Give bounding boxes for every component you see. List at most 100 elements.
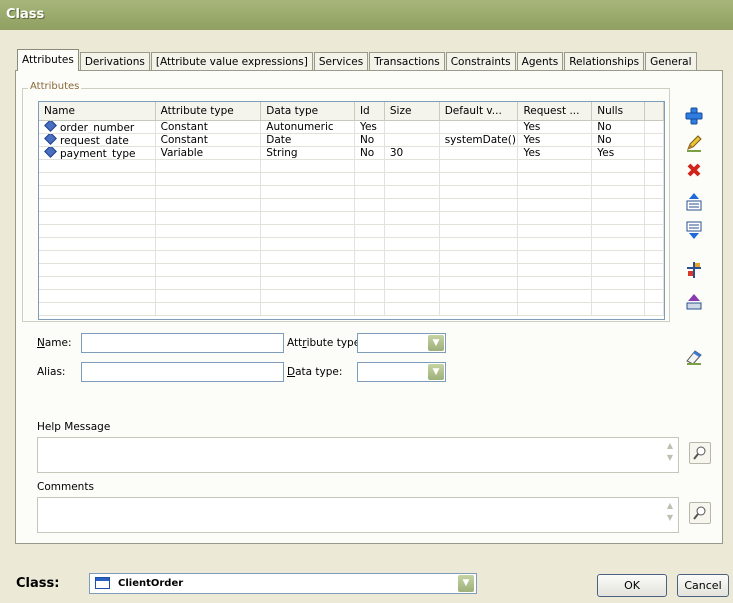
tab-relationships[interactable]: Relationships [564, 52, 645, 71]
chevron-down-icon[interactable]: ▼ [458, 575, 474, 592]
empty-cell[interactable] [440, 251, 519, 263]
attributes-grid[interactable]: Name Attribute type Data type Id Size De… [38, 101, 665, 320]
empty-cell[interactable] [385, 212, 440, 224]
empty-table-row[interactable] [39, 225, 664, 238]
empty-cell[interactable] [592, 160, 646, 172]
empty-cell[interactable] [261, 212, 355, 224]
empty-cell[interactable] [39, 290, 156, 302]
empty-cell[interactable] [518, 251, 593, 263]
empty-cell[interactable] [518, 264, 593, 276]
empty-cell[interactable] [355, 277, 385, 289]
help-zoom-button[interactable] [689, 442, 711, 464]
empty-cell[interactable] [39, 212, 156, 224]
properties-button[interactable] [683, 259, 705, 281]
empty-cell[interactable] [261, 251, 355, 263]
empty-cell[interactable] [156, 238, 262, 250]
empty-cell[interactable] [385, 303, 440, 315]
cell-id[interactable]: No [355, 134, 385, 146]
empty-cell[interactable] [592, 251, 646, 263]
cell-data-type[interactable]: String [261, 147, 355, 159]
class-select[interactable]: ClientOrder ▼ [89, 573, 477, 594]
empty-cell[interactable] [261, 277, 355, 289]
tab-constraints[interactable]: Constraints [445, 52, 516, 71]
empty-cell[interactable] [156, 264, 262, 276]
attribute-type-select[interactable]: ▼ [357, 333, 446, 353]
empty-cell[interactable] [39, 199, 156, 211]
empty-table-row[interactable] [39, 303, 664, 316]
cell-request[interactable]: Yes [518, 147, 593, 159]
cell-request[interactable]: Yes [518, 121, 593, 133]
empty-cell[interactable] [440, 186, 519, 198]
empty-cell[interactable] [156, 225, 262, 237]
cell-size[interactable]: 30 [385, 147, 440, 159]
empty-cell[interactable] [440, 160, 519, 172]
cell-default-value[interactable] [440, 147, 519, 159]
help-message-textarea[interactable]: ▲ ▼ [37, 437, 679, 473]
empty-cell[interactable] [592, 225, 646, 237]
empty-cell[interactable] [355, 290, 385, 302]
cell-id[interactable]: No [355, 147, 385, 159]
comments-zoom-button[interactable] [689, 502, 711, 524]
move-down-button[interactable] [683, 219, 705, 241]
empty-cell[interactable] [518, 199, 593, 211]
empty-cell[interactable] [385, 186, 440, 198]
cancel-button[interactable]: Cancel [677, 574, 729, 597]
tab-attributes[interactable]: Attributes [17, 49, 79, 71]
empty-cell[interactable] [645, 173, 664, 185]
empty-cell[interactable] [261, 303, 355, 315]
empty-cell[interactable] [645, 186, 664, 198]
empty-cell[interactable] [645, 277, 664, 289]
empty-cell[interactable] [385, 173, 440, 185]
empty-table-row[interactable] [39, 277, 664, 290]
empty-cell[interactable] [355, 212, 385, 224]
empty-table-row[interactable] [39, 199, 664, 212]
empty-cell[interactable] [39, 160, 156, 172]
empty-cell[interactable] [592, 303, 646, 315]
empty-table-row[interactable] [39, 251, 664, 264]
empty-cell[interactable] [592, 173, 646, 185]
column-header-request[interactable]: Request ... [518, 102, 593, 120]
cell-data-type[interactable]: Date [261, 134, 355, 146]
delete-attribute-button[interactable] [683, 159, 705, 181]
empty-cell[interactable] [355, 160, 385, 172]
empty-cell[interactable] [385, 264, 440, 276]
cell-size[interactable] [385, 121, 440, 133]
empty-cell[interactable] [156, 160, 262, 172]
table-row[interactable]: payment_type Variable String No 30 Yes Yes [39, 147, 664, 160]
empty-cell[interactable] [156, 173, 262, 185]
empty-cell[interactable] [518, 186, 593, 198]
column-header-id[interactable]: Id [355, 102, 385, 120]
empty-cell[interactable] [645, 238, 664, 250]
cell-attribute-type[interactable]: Constant [156, 121, 262, 133]
cell-name[interactable]: request_date [39, 134, 156, 146]
empty-cell[interactable] [39, 303, 156, 315]
empty-cell[interactable] [385, 238, 440, 250]
cell-nulls[interactable]: Yes [592, 147, 646, 159]
empty-cell[interactable] [355, 251, 385, 263]
move-up-button[interactable] [683, 191, 705, 213]
empty-cell[interactable] [440, 173, 519, 185]
empty-table-row[interactable] [39, 173, 664, 186]
tab-transactions[interactable]: Transactions [369, 52, 445, 71]
empty-cell[interactable] [39, 173, 156, 185]
empty-cell[interactable] [518, 238, 593, 250]
empty-cell[interactable] [645, 251, 664, 263]
column-header-attribute-type[interactable]: Attribute type [156, 102, 262, 120]
empty-cell[interactable] [261, 160, 355, 172]
empty-cell[interactable] [440, 277, 519, 289]
empty-cell[interactable] [440, 238, 519, 250]
empty-cell[interactable] [355, 238, 385, 250]
chevron-down-icon[interactable]: ▼ [428, 364, 444, 380]
tab-services[interactable]: Services [313, 52, 369, 71]
empty-cell[interactable] [39, 277, 156, 289]
empty-cell[interactable] [385, 251, 440, 263]
cell-name[interactable]: order_number [39, 121, 156, 133]
empty-cell[interactable] [645, 199, 664, 211]
cell-default-value[interactable] [440, 121, 519, 133]
empty-cell[interactable] [645, 225, 664, 237]
empty-table-row[interactable] [39, 212, 664, 225]
empty-cell[interactable] [645, 290, 664, 302]
empty-cell[interactable] [261, 199, 355, 211]
empty-cell[interactable] [355, 199, 385, 211]
cell-data-type[interactable]: Autonumeric [261, 121, 355, 133]
